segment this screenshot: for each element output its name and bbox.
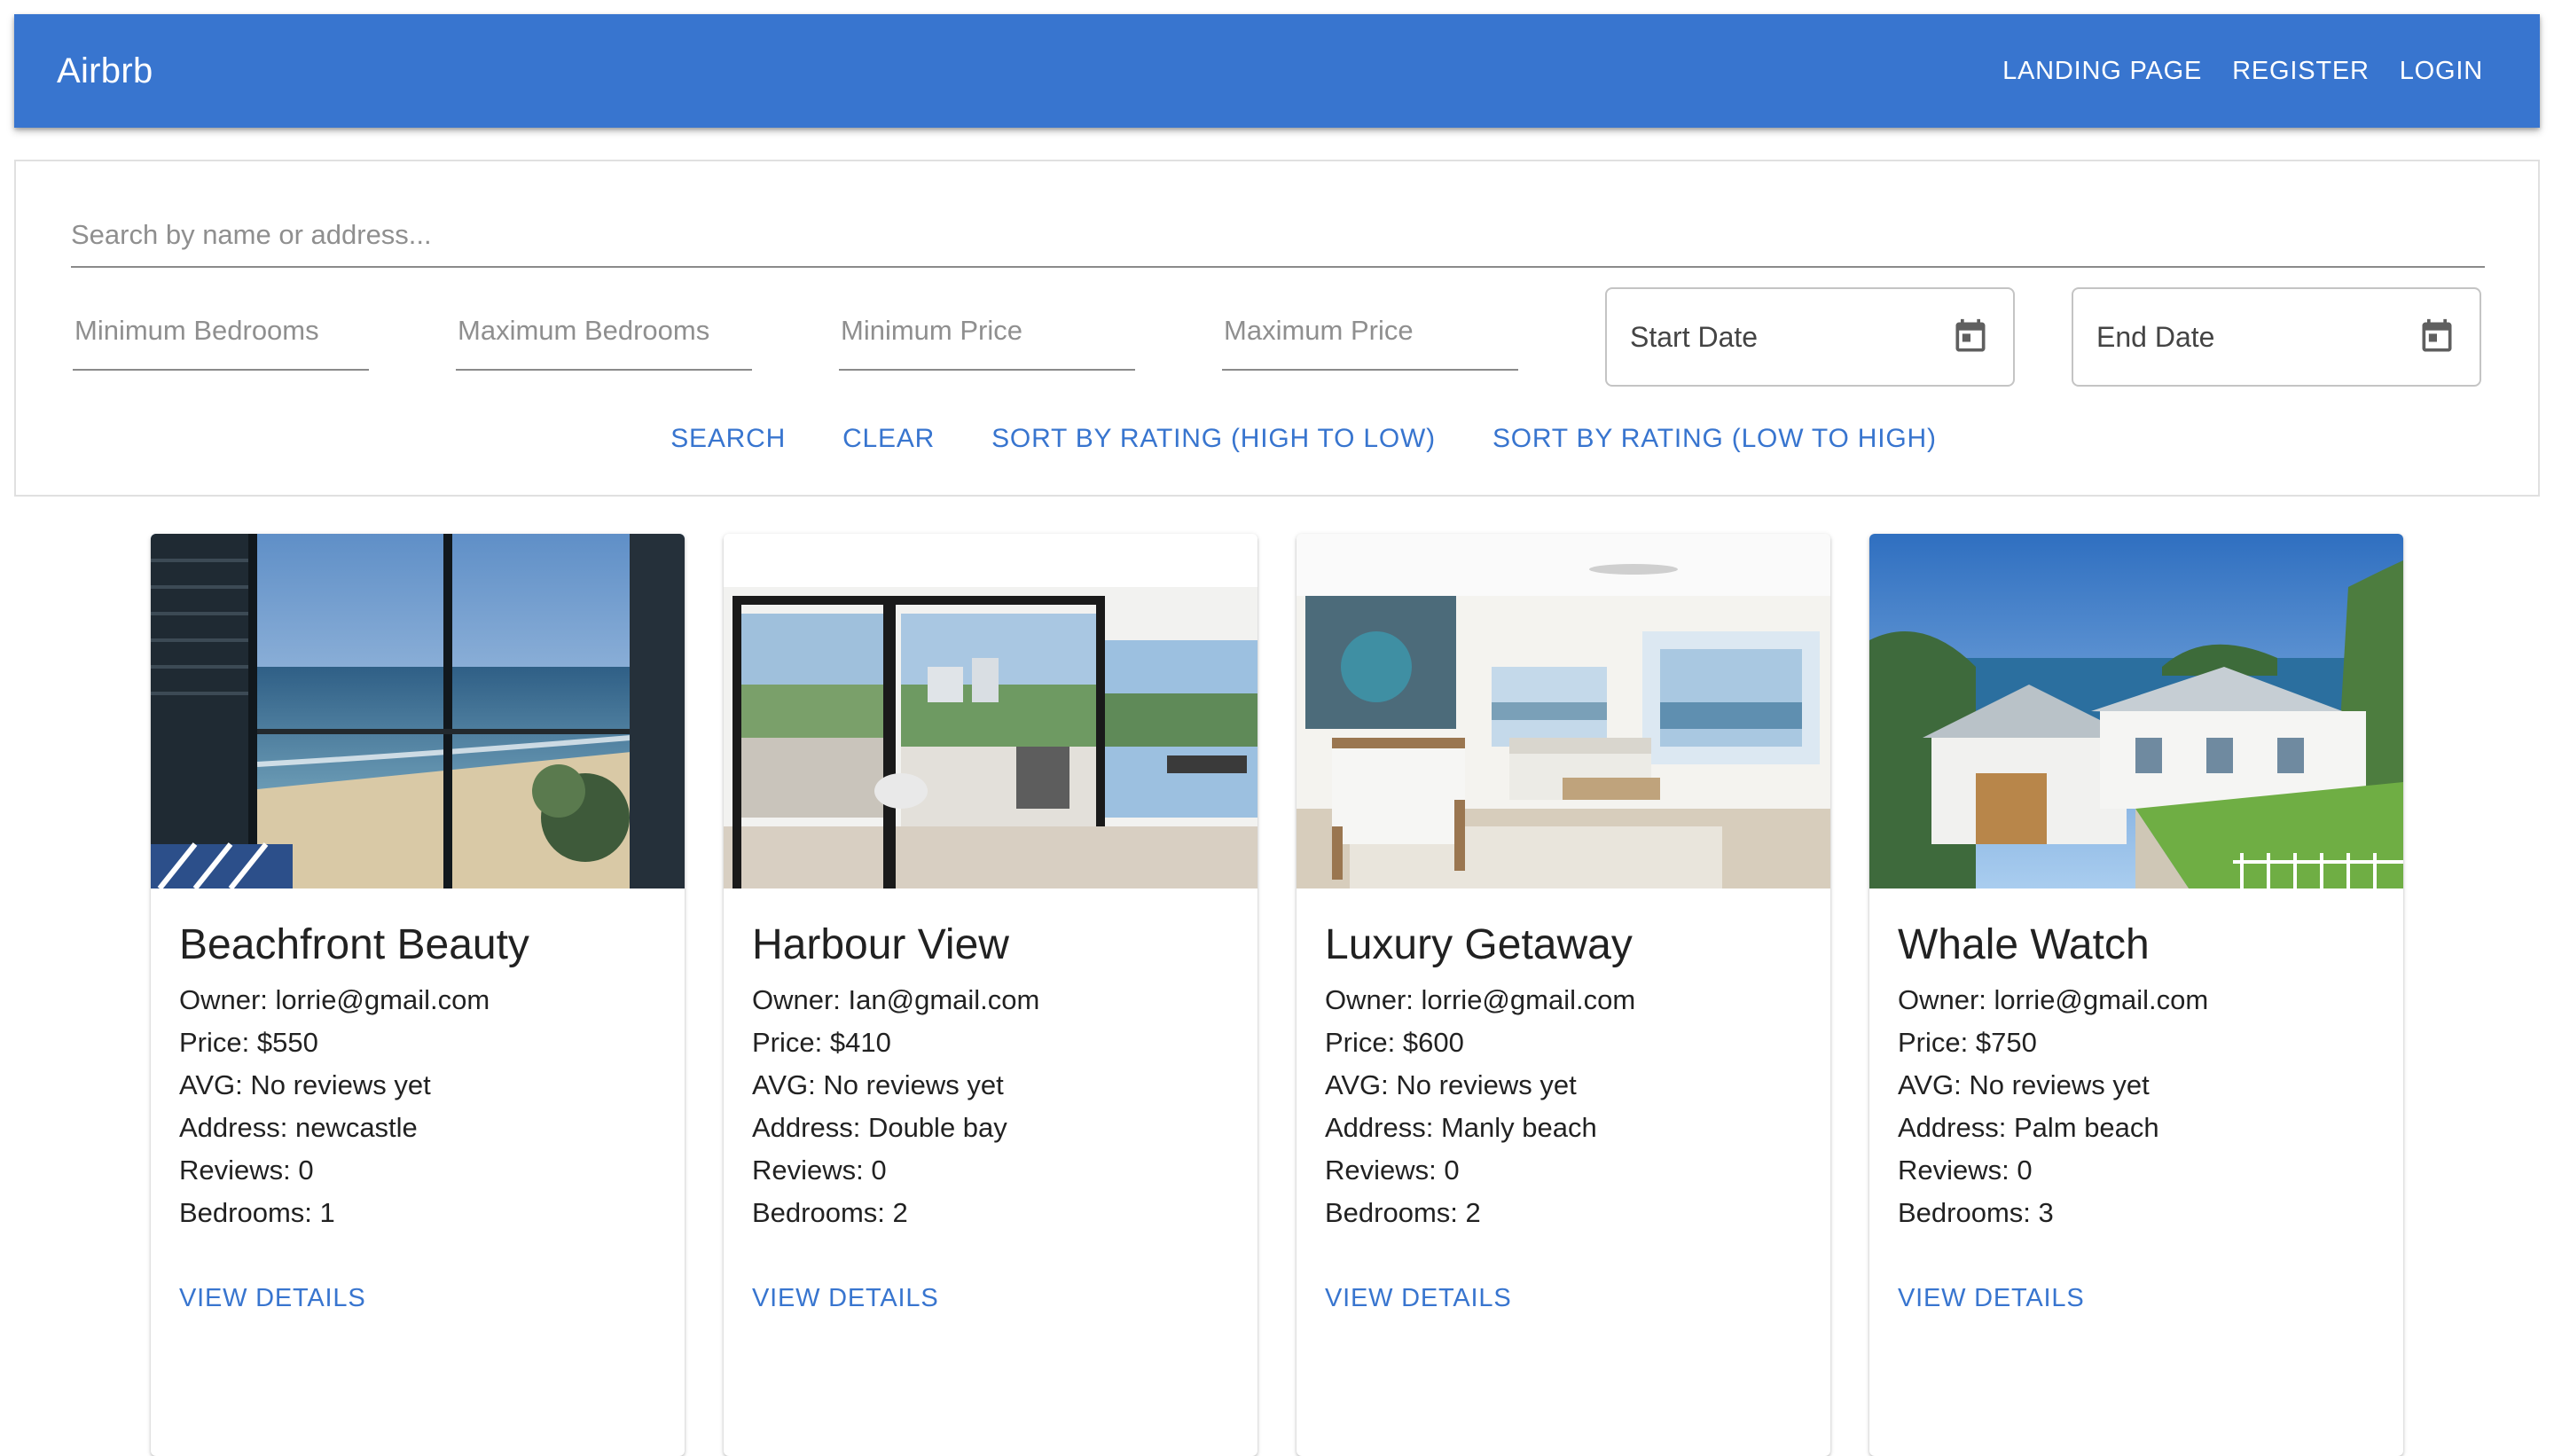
listing-price: Price: $550 [179,1027,318,1058]
search-input[interactable]: Search by name or address... [71,204,2485,268]
listing-bedrooms: Bedrooms: 3 [1898,1197,2054,1228]
listing-reviews: Reviews: 0 [1325,1155,1460,1186]
nav-login-button[interactable]: LOGIN [2386,46,2497,97]
listing-title: Harbour View [752,921,1009,968]
max-bedrooms-field[interactable]: Maximum Bedrooms [456,293,752,371]
nav-landing-page-button[interactable]: LANDING PAGE [1988,46,2216,97]
listing-owner: Owner: lorrie@gmail.com [179,984,490,1015]
view-details-button[interactable]: VIEW DETAILS [752,1284,939,1313]
listing-card: Luxury Getaway Owner: lorrie@gmail.com P… [1297,534,1830,1456]
listing-bedrooms: Bedrooms: 2 [752,1197,908,1228]
sort-high-to-low-button[interactable]: SORT BY RATING (HIGH TO LOW) [963,424,1464,454]
listing-address: Address: Double bay [752,1112,1007,1143]
end-date-field[interactable]: End Date [2072,287,2481,387]
listing-photo [724,534,1257,888]
listing-owner: Owner: lorrie@gmail.com [1898,984,2209,1015]
search-button[interactable]: SEARCH [642,424,814,454]
listing-avg-rating: AVG: No reviews yet [1898,1069,2150,1100]
view-details-button[interactable]: VIEW DETAILS [1898,1284,2085,1313]
listing-owner: Owner: Ian@gmail.com [752,984,1040,1015]
listing-title: Whale Watch [1898,921,2150,968]
listing-avg-rating: AVG: No reviews yet [1325,1069,1577,1100]
listing-reviews: Reviews: 0 [752,1155,887,1186]
view-details-button[interactable]: VIEW DETAILS [1325,1284,1512,1313]
start-date-label: Start Date [1630,320,1759,353]
listing-price: Price: $600 [1325,1027,1464,1058]
clear-button[interactable]: CLEAR [814,424,963,454]
listing-address: Address: newcastle [179,1112,418,1143]
view-details-button[interactable]: VIEW DETAILS [179,1284,366,1313]
listing-avg-rating: AVG: No reviews yet [752,1069,1004,1100]
listing-price: Price: $750 [1898,1027,2037,1058]
end-date-label: End Date [2096,320,2215,353]
listing-bedrooms: Bedrooms: 2 [1325,1197,1481,1228]
listing-reviews: Reviews: 0 [1898,1155,2033,1186]
listing-card: Beachfront Beauty Owner: lorrie@gmail.co… [151,534,685,1456]
app-bar: Airbrb LANDING PAGE REGISTER LOGIN [14,14,2540,128]
sort-low-to-high-button[interactable]: SORT BY RATING (LOW TO HIGH) [1464,424,1965,454]
listing-card: Whale Watch Owner: lorrie@gmail.com Pric… [1869,534,2403,1456]
brand-logo[interactable]: Airbrb [57,51,1986,91]
min-bedrooms-field[interactable]: Minimum Bedrooms [73,293,369,371]
calendar-icon[interactable] [2417,317,2456,356]
search-panel: Search by name or address... Minimum Bed… [14,160,2540,497]
listing-bedrooms: Bedrooms: 1 [179,1197,335,1228]
listing-price: Price: $410 [752,1027,891,1058]
min-price-field[interactable]: Minimum Price [839,293,1135,371]
listing-photo [151,534,685,888]
listing-card: Harbour View Owner: Ian@gmail.com Price:… [724,534,1257,1456]
top-nav: LANDING PAGE REGISTER LOGIN [1986,46,2497,97]
listing-owner: Owner: lorrie@gmail.com [1325,984,1636,1015]
nav-register-button[interactable]: REGISTER [2218,46,2384,97]
listing-avg-rating: AVG: No reviews yet [179,1069,431,1100]
start-date-field[interactable]: Start Date [1605,287,2015,387]
calendar-icon[interactable] [1951,317,1990,356]
listing-address: Address: Manly beach [1325,1112,1597,1143]
max-price-field[interactable]: Maximum Price [1222,293,1518,371]
listing-photo [1297,534,1830,888]
listing-title: Luxury Getaway [1325,921,1633,968]
listing-reviews: Reviews: 0 [179,1155,314,1186]
listing-photo [1869,534,2403,888]
listing-address: Address: Palm beach [1898,1112,2159,1143]
listing-title: Beachfront Beauty [179,921,529,968]
search-actions: SEARCH CLEAR SORT BY RATING (HIGH TO LOW… [16,424,2538,454]
